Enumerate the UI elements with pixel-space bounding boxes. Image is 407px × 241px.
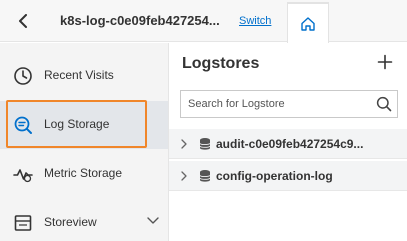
database-icon: [199, 170, 211, 182]
back-button[interactable]: [12, 9, 34, 33]
home-icon: [301, 16, 315, 31]
sidebar-item-label: Recent Visits: [44, 68, 114, 82]
log-search-icon: [12, 114, 34, 136]
search-box: [180, 90, 398, 118]
chevron-right-icon[interactable]: [178, 138, 190, 150]
sidebar-item-label: Log Storage: [44, 117, 110, 131]
clock-icon: [12, 65, 34, 87]
search-icon: [376, 96, 392, 112]
add-logstore-button[interactable]: [374, 51, 396, 73]
storeview-icon: [12, 212, 34, 234]
search-input[interactable]: [181, 91, 371, 117]
sidebar: Recent Visits Log Storage Metric Storage: [0, 43, 169, 241]
main-panel: Logstores audit-c0e09feb427254c9...: [169, 43, 407, 241]
top-bar: k8s-log-c0e09feb427254... Switch: [0, 0, 407, 43]
metric-icon: [12, 163, 34, 185]
sidebar-item-label: Metric Storage: [44, 166, 123, 180]
logstore-item-audit[interactable]: audit-c0e09feb427254c9...: [169, 129, 407, 159]
sidebar-item-metric-storage[interactable]: Metric Storage: [0, 150, 168, 198]
chevron-left-icon: [19, 14, 27, 28]
home-tab[interactable]: [287, 2, 329, 43]
search-button[interactable]: [372, 93, 396, 115]
sidebar-item-storeview[interactable]: Storeview: [0, 199, 168, 241]
chevron-right-icon[interactable]: [178, 170, 190, 182]
project-name: k8s-log-c0e09feb427254...: [60, 13, 220, 28]
logstore-name: config-operation-log: [216, 169, 333, 183]
chevron-down-icon[interactable]: [145, 212, 161, 228]
sidebar-item-log-storage[interactable]: Log Storage: [0, 101, 168, 149]
database-icon: [199, 138, 211, 150]
sidebar-item-label: Storeview: [44, 215, 97, 229]
sidebar-item-recent-visits[interactable]: Recent Visits: [0, 52, 168, 100]
plus-icon: [377, 54, 393, 70]
logstore-item-config-operation-log[interactable]: config-operation-log: [169, 161, 407, 191]
logstore-name: audit-c0e09feb427254c9...: [216, 137, 364, 151]
switch-project-link[interactable]: Switch: [239, 15, 271, 27]
page-title: Logstores: [182, 55, 260, 72]
